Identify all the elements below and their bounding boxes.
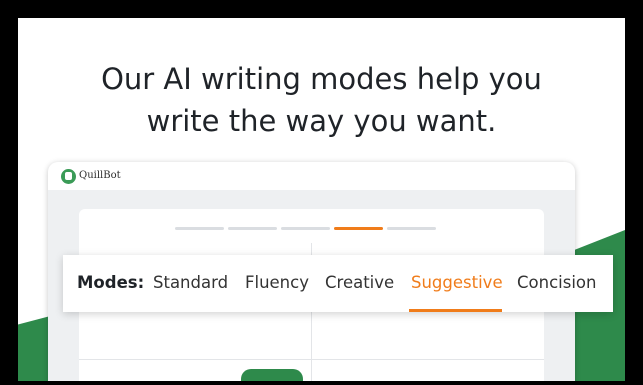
mode-tab-indicator [228,227,277,230]
brand-name: QuillBot [79,170,121,181]
mode-concision[interactable]: Concision [517,272,596,294]
modes-bar: Modes: Standard Fluency Creative Suggest… [63,255,613,312]
mode-tab-indicator [281,227,330,230]
mode-tab-indicator [175,227,224,230]
headline-line-1: Our AI writing modes help you [101,62,542,96]
mode-suggestive[interactable]: Suggestive [411,272,503,294]
mode-standard[interactable]: Standard [153,272,228,294]
mode-tab-indicator-active [334,227,383,230]
app-header: QuillBot [48,162,575,190]
active-mode-underline [409,309,502,312]
paraphrase-button[interactable] [241,369,303,381]
headline: Our AI writing modes help you write the … [18,58,625,142]
screenshot-frame: Our AI writing modes help you write the … [18,18,625,381]
mode-fluency[interactable]: Fluency [245,272,309,294]
mode-creative[interactable]: Creative [325,272,394,294]
quillbot-logo-icon [61,169,76,184]
headline-line-2: write the way you want. [146,104,497,138]
editor-divider-horizontal [79,359,544,360]
modes-label: Modes: [77,273,145,292]
mode-tab-indicator [387,227,436,230]
